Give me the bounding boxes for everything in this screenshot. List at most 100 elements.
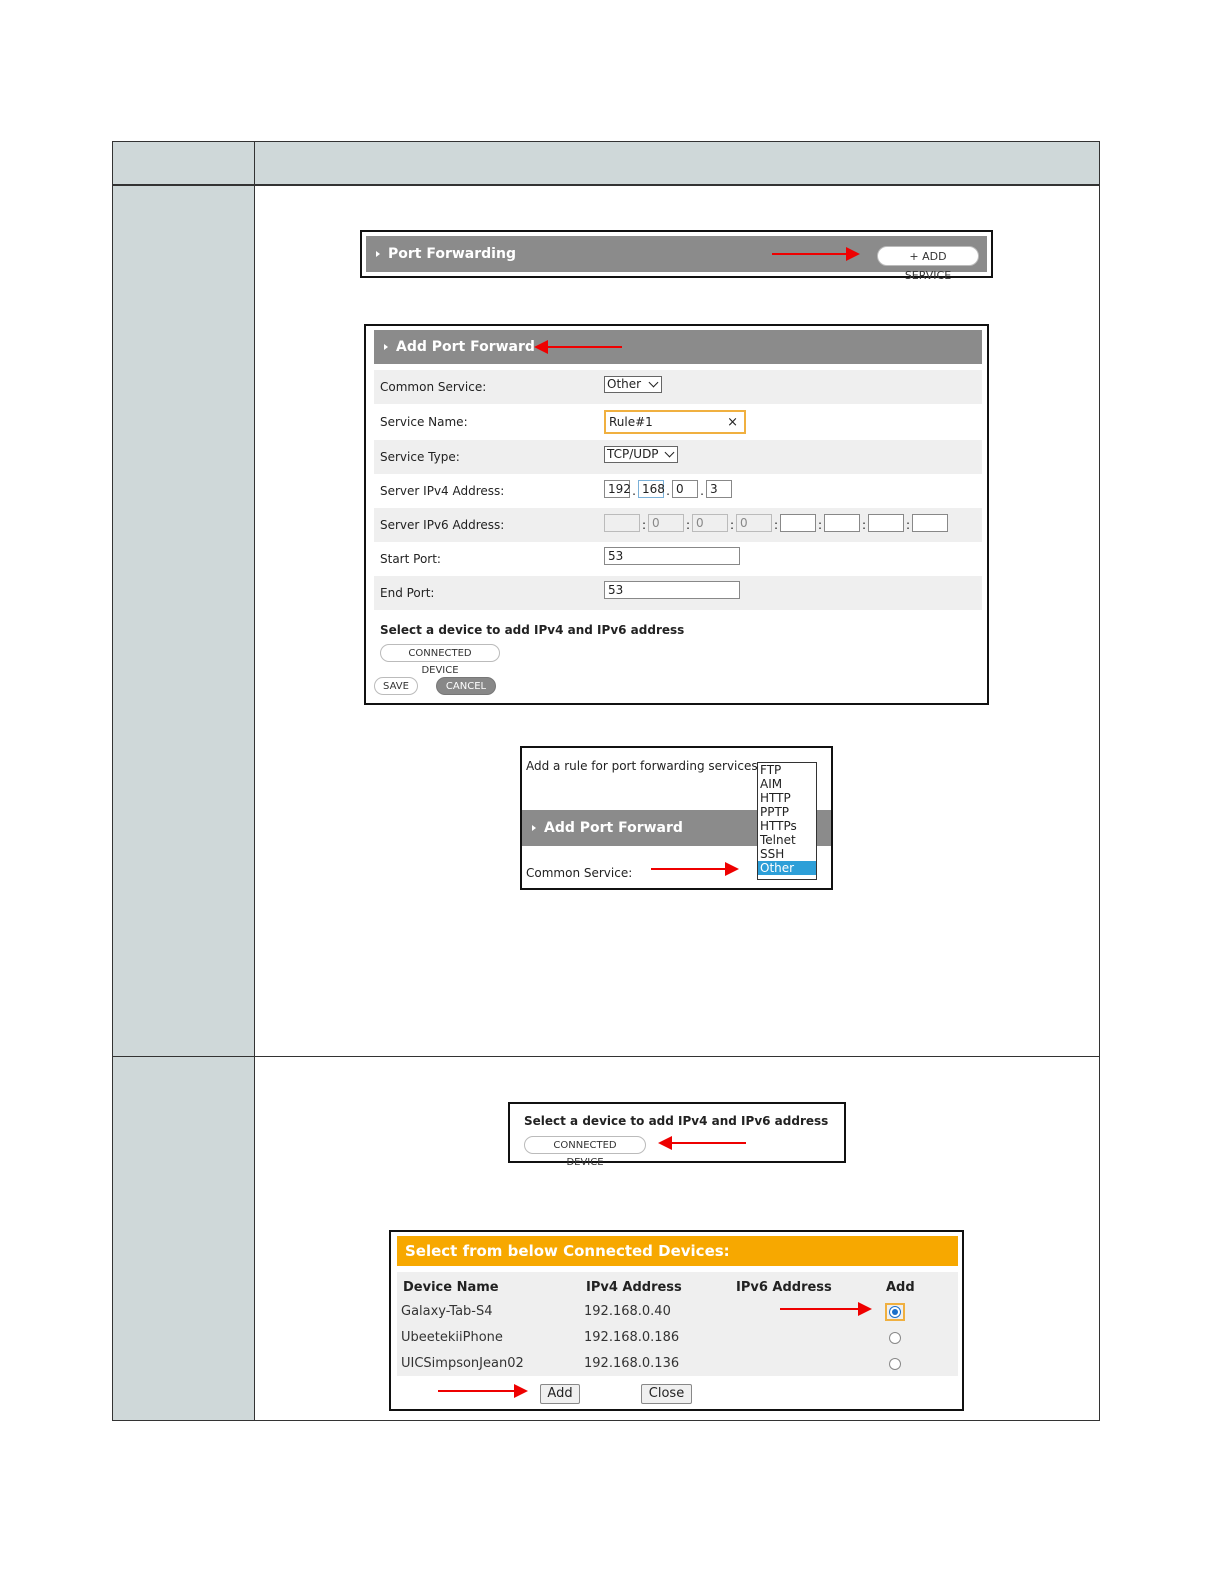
table-divider-vertical	[254, 141, 255, 1421]
end-port-input[interactable]: 53	[604, 581, 740, 599]
ipv4-octet-4[interactable]: 3	[706, 480, 732, 498]
device-add-radio[interactable]	[889, 1358, 901, 1370]
common-service-row: Common Service: Other	[374, 370, 982, 404]
add-port-forward-panel: Add Port Forward Common Service: Other S…	[364, 324, 989, 705]
option-aim[interactable]: AIM	[758, 777, 816, 791]
ipv6-group-8[interactable]	[912, 514, 948, 532]
ipv6-colon: :	[773, 518, 779, 532]
ipv4-octet-1[interactable]: 192	[604, 480, 631, 498]
clear-icon[interactable]: ×	[727, 412, 738, 433]
start-port-row: Start Port: 53	[374, 542, 982, 576]
chevron-down-icon	[648, 377, 659, 388]
common-service-select[interactable]: Other	[604, 375, 662, 393]
common-service-label: Common Service:	[526, 866, 633, 880]
ipv6-colon: :	[641, 518, 647, 532]
option-http[interactable]: HTTP	[758, 791, 816, 805]
device-add-radio[interactable]	[889, 1306, 901, 1318]
expand-triangle-icon	[376, 251, 380, 257]
table-left-column-1	[113, 185, 254, 1056]
device-add-radio[interactable]	[889, 1332, 901, 1344]
common-service-label: Common Service:	[380, 380, 487, 394]
server-ipv4-label: Server IPv4 Address:	[380, 484, 505, 498]
ipv4-dot: .	[666, 484, 670, 498]
port-forward-intro-text: Add a rule for port forwarding services	[526, 759, 758, 773]
select-device-text: Select a device to add IPv4 and IPv6 add…	[524, 1114, 829, 1128]
connected-device-button[interactable]: CONNECTED DEVICE	[380, 644, 500, 676]
ipv6-colon: :	[905, 518, 911, 532]
add-button[interactable]: Add	[540, 1384, 580, 1404]
start-port-input[interactable]: 53	[604, 547, 740, 565]
red-arrow-icon	[658, 1136, 746, 1150]
ipv6-group-2: 0	[648, 514, 684, 532]
option-ftp[interactable]: FTP	[758, 763, 816, 777]
option-ssh[interactable]: SSH	[758, 847, 816, 861]
add-port-forward-header: Add Port Forward	[374, 330, 982, 364]
service-name-label: Service Name:	[380, 415, 468, 429]
save-button[interactable]: SAVE	[374, 677, 418, 695]
device-ipv4-cell: 192.168.0.136	[584, 1356, 680, 1371]
red-arrow-icon	[780, 1302, 872, 1316]
header-ipv6-address: IPv6 Address	[736, 1280, 832, 1295]
service-name-row: Service Name: Rule#1 ×	[374, 404, 982, 440]
service-name-value: Rule#1	[609, 415, 653, 429]
port-forwarding-panel: Port Forwarding + ADD SERVICE	[360, 230, 993, 282]
common-service-options-list[interactable]: FTP AIM HTTP PPTP HTTPs Telnet SSH Other	[757, 762, 817, 880]
ipv6-group-4: 0	[736, 514, 772, 532]
device-ipv4-cell: 192.168.0.186	[584, 1330, 680, 1345]
table-divider-horizontal-2	[112, 1056, 1100, 1057]
ipv6-group-3: 0	[692, 514, 728, 532]
expand-triangle-icon	[532, 825, 536, 831]
ipv6-group-7[interactable]	[868, 514, 904, 532]
service-name-input[interactable]: Rule#1 ×	[604, 410, 746, 434]
server-ipv6-row: Server IPv6 Address: : 0 : 0 : 0 : : : :	[374, 508, 982, 542]
device-name-cell: Galaxy-Tab-S4	[401, 1304, 493, 1319]
service-type-label: Service Type:	[380, 450, 460, 464]
add-service-button[interactable]: + ADD SERVICE	[877, 246, 979, 282]
select-device-panel: Select a device to add IPv4 and IPv6 add…	[508, 1102, 846, 1168]
add-port-forward-title: Add Port Forward	[544, 820, 683, 836]
ipv6-group-1	[604, 514, 640, 532]
device-name-cell: UbeetekiiPhone	[401, 1330, 503, 1345]
ipv4-dot: .	[632, 484, 636, 498]
service-type-select[interactable]: TCP/UDP	[604, 445, 678, 463]
service-type-row: Service Type: TCP/UDP	[374, 440, 982, 474]
ipv4-dot: .	[700, 484, 704, 498]
header-device-name: Device Name	[403, 1280, 499, 1295]
option-https[interactable]: HTTPs	[758, 819, 816, 833]
end-port-row: End Port: 53	[374, 576, 982, 610]
ipv6-group-6[interactable]	[824, 514, 860, 532]
option-pptp[interactable]: PPTP	[758, 805, 816, 819]
connected-devices-header: Select from below Connected Devices:	[397, 1236, 958, 1266]
device-ipv4-cell: 192.168.0.40	[584, 1304, 671, 1319]
option-other[interactable]: Other	[758, 861, 816, 875]
device-name-cell: UICSimpsonJean02	[401, 1356, 524, 1371]
red-arrow-icon	[651, 862, 739, 876]
end-port-label: End Port:	[380, 586, 435, 600]
ipv6-colon: :	[817, 518, 823, 532]
ipv4-octet-2[interactable]: 168	[638, 480, 665, 498]
red-arrow-icon	[534, 340, 622, 354]
service-type-value: TCP/UDP	[607, 446, 659, 461]
connected-device-button[interactable]: CONNECTED DEVICE	[524, 1136, 646, 1168]
option-telnet[interactable]: Telnet	[758, 833, 816, 847]
connected-devices-dialog: Select from below Connected Devices: Dev…	[389, 1230, 964, 1411]
close-button[interactable]: Close	[641, 1384, 692, 1404]
table-left-column-2	[113, 1056, 254, 1420]
add-port-forward-title: Add Port Forward	[396, 339, 535, 355]
ipv6-colon: :	[685, 518, 691, 532]
common-service-value: Other	[607, 376, 642, 391]
expand-triangle-icon	[384, 344, 388, 350]
header-ipv4-address: IPv4 Address	[586, 1280, 682, 1295]
red-arrow-icon	[438, 1384, 528, 1398]
port-forwarding-title: Port Forwarding	[388, 246, 516, 262]
ipv6-group-5[interactable]	[780, 514, 816, 532]
select-device-text: Select a device to add IPv4 and IPv6 add…	[380, 623, 685, 637]
cancel-button[interactable]: CANCEL	[436, 677, 496, 695]
ipv6-colon: :	[729, 518, 735, 532]
header-add: Add	[886, 1280, 915, 1295]
table-divider-horizontal-1	[112, 185, 1100, 186]
chevron-down-icon	[664, 447, 675, 458]
port-forwarding-header: Port Forwarding + ADD SERVICE	[366, 236, 987, 282]
ipv4-octet-3[interactable]: 0	[672, 480, 698, 498]
red-arrow-icon	[772, 247, 860, 261]
